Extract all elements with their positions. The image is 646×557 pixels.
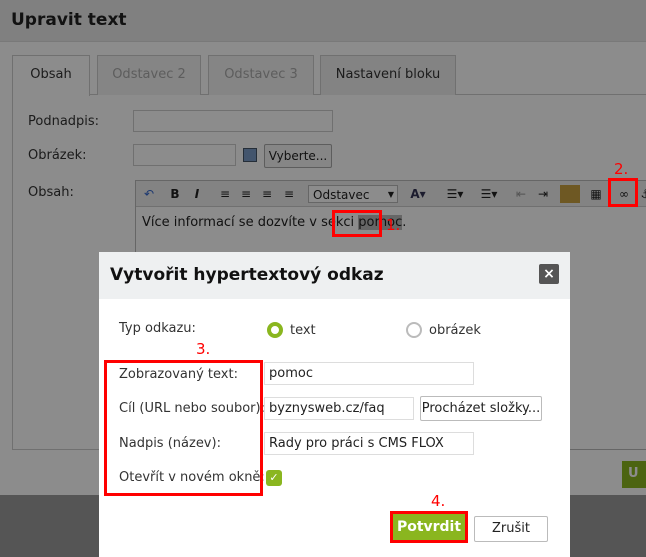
annotation-box-1 [332, 210, 382, 237]
radio-text[interactable] [267, 322, 283, 338]
browse-folders-button[interactable]: Procházet složky... [420, 396, 542, 421]
annotation-4: 4. [431, 492, 446, 510]
cancel-button[interactable]: Zrušit [474, 516, 548, 542]
display-text-input[interactable]: pomoc [264, 362, 474, 385]
title-input[interactable]: Rady pro práci s CMS FLOX [264, 432, 474, 455]
annotation-box-3 [104, 360, 263, 496]
annotation-1: 1. [386, 216, 401, 234]
annotation-3: 3. [196, 340, 211, 358]
annotation-box-2 [608, 178, 638, 207]
target-input[interactable]: byznysweb.cz/faq [264, 397, 414, 420]
new-window-checkbox[interactable]: ✓ [266, 470, 282, 486]
create-link-dialog: Vytvořit hypertextový odkaz × Typ odkazu… [99, 252, 570, 557]
link-type-label: Typ odkazu: [119, 321, 196, 336]
dialog-header: Vytvořit hypertextový odkaz × [99, 252, 570, 299]
radio-text-label: text [290, 323, 316, 338]
dialog-title: Vytvořit hypertextový odkaz [110, 265, 384, 285]
annotation-2: 2. [614, 160, 629, 178]
confirm-button[interactable]: Potvrdit [393, 514, 465, 540]
close-icon[interactable]: × [539, 264, 559, 284]
radio-image-label: obrázek [429, 323, 481, 338]
radio-image[interactable] [406, 322, 422, 338]
